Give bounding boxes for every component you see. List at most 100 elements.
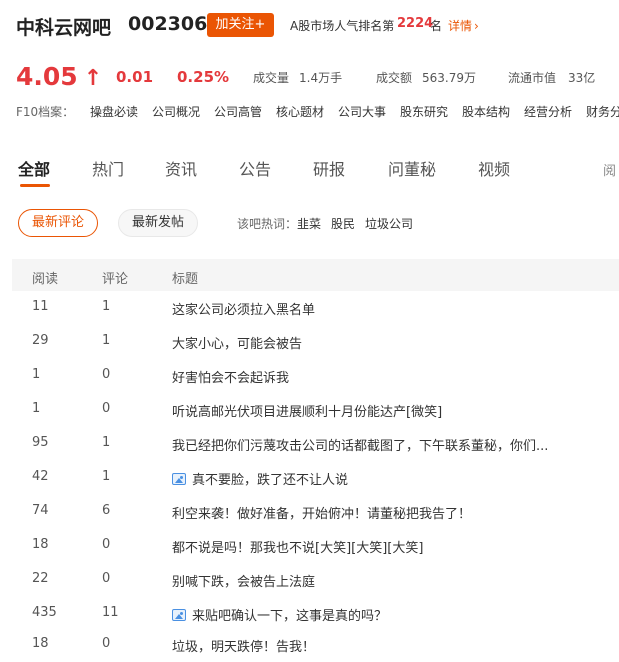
latest-comment-button[interactable]: 最新评论 [18, 209, 98, 237]
table-row[interactable]: 435 11 来贴吧确认一下，这事是真的吗？ [12, 597, 619, 631]
table-row[interactable]: 18 0 都不说是吗！那我也不说[大笑][大笑][大笑] [12, 529, 619, 563]
read-count: 22 [32, 571, 49, 586]
post-title-text: 真不要脸，跌了还不让人说 [192, 473, 349, 488]
f10-item[interactable]: 公司大事 [338, 103, 386, 120]
comment-count: 1 [102, 333, 111, 348]
table-row[interactable]: 95 1 我已经把你们污蔑攻击公司的话都截图了，下午联系董秘，你们... [12, 427, 619, 461]
read-count: 1 [32, 401, 41, 416]
follow-button[interactable]: 加关注+ [207, 13, 274, 37]
hot-word[interactable]: 韭菜 [297, 215, 321, 232]
volume-label: 成交量 [253, 71, 290, 85]
table-row[interactable]: 1 0 好害怕会不会起诉我 [12, 359, 619, 393]
read-count: 95 [32, 435, 49, 450]
post-title[interactable]: 这家公司必须拉入黑名单 [172, 299, 618, 318]
hot-words-label: 该吧热词： [237, 217, 298, 231]
chevron-right-icon: › [474, 19, 479, 33]
tab-hot[interactable]: 热门 [92, 156, 124, 180]
read-count: 18 [32, 537, 49, 552]
table-row[interactable]: 11 1 这家公司必须拉入黑名单 [12, 291, 619, 325]
post-title[interactable]: 真不要脸，跌了还不让人说 [172, 469, 618, 488]
hot-word[interactable]: 股民 [331, 215, 355, 232]
comment-count: 1 [102, 299, 111, 314]
f10-item[interactable]: 股本结构 [462, 103, 510, 120]
post-title[interactable]: 听说高邮光伏项目进展顺利十月份能达产[微笑] [172, 401, 618, 420]
comment-count: 0 [102, 367, 111, 382]
col-title: 标题 [172, 272, 199, 287]
detail-link[interactable]: 详情 › [448, 17, 479, 34]
table-row[interactable]: 29 1 大家小心，可能会被告 [12, 325, 619, 359]
stock-header: 中科云网吧 002306 加关注+ A股市场人气排名第 2224 名 详情 › [0, 0, 619, 52]
comment-count: 6 [102, 503, 111, 518]
arrow-up-icon: ↑ [83, 66, 103, 91]
post-table-header: 阅读 评论 标题 [12, 259, 619, 291]
post-tabs: 全部 热门 资讯 公告 研报 问董秘 视频 阅 [0, 152, 619, 188]
table-row[interactable]: 42 1 真不要脸，跌了还不让人说 [12, 461, 619, 495]
col-reads: 阅读 [32, 272, 59, 287]
comment-count: 1 [102, 469, 111, 484]
f10-item[interactable]: 核心题材 [276, 103, 324, 120]
post-title[interactable]: 都不说是吗！那我也不说[大笑][大笑][大笑] [172, 537, 618, 556]
active-tab-indicator [20, 184, 50, 187]
popularity-rank-unit: 名 [430, 19, 443, 33]
f10-label: F10档案： [16, 105, 75, 119]
popularity-rank-value: 2224 [397, 16, 434, 31]
amount-value: 563.79万 [422, 71, 476, 85]
latest-post-button[interactable]: 最新发帖 [118, 209, 198, 237]
tab-all[interactable]: 全部 [18, 156, 50, 180]
detail-label: 详情 [448, 19, 473, 33]
volume-value: 1.4万手 [299, 71, 343, 85]
f10-item[interactable]: 操盘必读 [90, 103, 138, 120]
post-title[interactable]: 垃圾，明天跌停！告我！ [172, 636, 618, 655]
price-value: 4.05 [16, 62, 78, 91]
f10-item[interactable]: 经营分析 [524, 103, 572, 120]
image-icon [172, 473, 186, 485]
quote-bar: 4.05 ↑ 0.01 0.25% 成交量 1.4万手 成交额 563.79万 流… [0, 60, 619, 96]
comment-count: 11 [102, 605, 119, 620]
f10-item[interactable]: 股东研究 [400, 103, 448, 120]
f10-item[interactable]: 财务分 [586, 103, 619, 120]
read-count: 74 [32, 503, 49, 518]
tab-more-cut[interactable]: 阅 [603, 160, 616, 179]
post-title-text: 来贴吧确认一下，这事是真的吗？ [192, 609, 388, 624]
post-title[interactable]: 来贴吧确认一下，这事是真的吗？ [172, 605, 618, 624]
stock-price: 4.05 ↑ [16, 62, 102, 91]
table-row[interactable]: 18 0 垃圾，明天跌停！告我！ [12, 628, 619, 662]
tab-ask-secretary[interactable]: 问董秘 [388, 156, 436, 180]
hot-word[interactable]: 垃圾公司 [365, 215, 413, 232]
post-title[interactable]: 利空来袭！做好准备，开始俯冲！请董秘把我告了！ [172, 503, 618, 522]
post-title[interactable]: 我已经把你们污蔑攻击公司的话都截图了，下午联系董秘，你们... [172, 435, 618, 454]
tab-news[interactable]: 资讯 [165, 156, 197, 180]
tab-research[interactable]: 研报 [313, 156, 345, 180]
f10-item[interactable]: 公司概况 [152, 103, 200, 120]
tab-announcements[interactable]: 公告 [239, 156, 271, 180]
amount-label: 成交额 [376, 71, 413, 85]
comment-count: 0 [102, 401, 111, 416]
comment-count: 1 [102, 435, 111, 450]
read-count: 42 [32, 469, 49, 484]
table-row[interactable]: 74 6 利空来袭！做好准备，开始俯冲！请董秘把我告了！ [12, 495, 619, 529]
col-comments: 评论 [102, 272, 129, 287]
read-count: 18 [32, 636, 49, 651]
post-title[interactable]: 好害怕会不会起诉我 [172, 367, 618, 386]
stock-code: 002306 [128, 13, 208, 35]
read-count: 1 [32, 367, 41, 382]
table-row[interactable]: 1 0 听说高邮光伏项目进展顺利十月份能达产[微笑] [12, 393, 619, 427]
float-cap-value: 33亿 [568, 71, 596, 85]
read-count: 435 [32, 605, 57, 620]
read-count: 11 [32, 299, 49, 314]
comment-count: 0 [102, 537, 111, 552]
table-row[interactable]: 22 0 别喊下跌，会被告上法庭 [12, 563, 619, 597]
comment-count: 0 [102, 571, 111, 586]
post-title[interactable]: 别喊下跌，会被告上法庭 [172, 571, 618, 590]
post-title[interactable]: 大家小心，可能会被告 [172, 333, 618, 352]
price-change-percent: 0.25% [177, 68, 230, 86]
comment-count: 0 [102, 636, 111, 651]
price-change: 0.01 [116, 68, 154, 86]
f10-item[interactable]: 公司高管 [214, 103, 262, 120]
stock-name[interactable]: 中科云网吧 [16, 13, 111, 40]
tab-video[interactable]: 视频 [478, 156, 510, 180]
popularity-rank-label: A股市场人气排名第 [290, 19, 395, 33]
read-count: 29 [32, 333, 49, 348]
float-cap-label: 流通市值 [508, 71, 557, 85]
image-icon [172, 609, 186, 621]
